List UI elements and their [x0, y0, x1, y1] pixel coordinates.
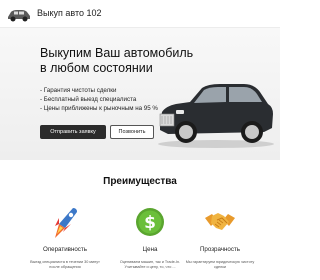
send-request-button[interactable]: Отправить заявку: [40, 125, 106, 139]
advantage-title: Оперативность: [43, 246, 87, 253]
advantage-text: Выезд специалиста в течении 30 минут пос…: [30, 260, 100, 269]
hero-section: Выкупим Ваш автомобиль в любом состоянии…: [0, 28, 280, 160]
advantage-card: Оперативность Выезд специалиста в течени…: [25, 204, 105, 280]
feature-item: - Гарантия чистоты сделки: [40, 87, 117, 94]
site-header: Выкуп авто 102: [0, 0, 280, 28]
advantage-card: Прозрачность Мы гарантируем юридическую …: [180, 204, 260, 280]
advantage-text: Мы гарантируем юридическую чистоту сделк…: [185, 260, 255, 269]
advantages-title: Преимущества: [103, 176, 177, 187]
call-button[interactable]: Позвонить: [110, 125, 154, 139]
feature-item: - Цены приближены к рыночным на 95 %: [40, 105, 158, 113]
rolls-royce-car-image: [158, 84, 274, 148]
advantage-text: Оцениваем машин, так и Trade-In. Учитыва…: [119, 260, 181, 269]
advantage-card: $ Цена Оцениваем машин, так и Trade-In. …: [110, 204, 190, 280]
dollar-coin-icon: $: [136, 208, 164, 236]
brand-name[interactable]: Выкуп авто 102: [37, 8, 102, 18]
handshake-icon: [205, 213, 235, 230]
feature-item: - Бесплатный выезд специалиста: [40, 96, 137, 104]
feature-list: - Гарантия чистоты сделки - Бесплатный в…: [40, 86, 158, 114]
car-logo-icon[interactable]: [5, 4, 33, 24]
rocket-icon: [55, 208, 77, 238]
advantage-title: Цена: [142, 246, 158, 253]
advantage-title: Прозрачность: [199, 246, 241, 253]
svg-text:$: $: [144, 213, 156, 233]
